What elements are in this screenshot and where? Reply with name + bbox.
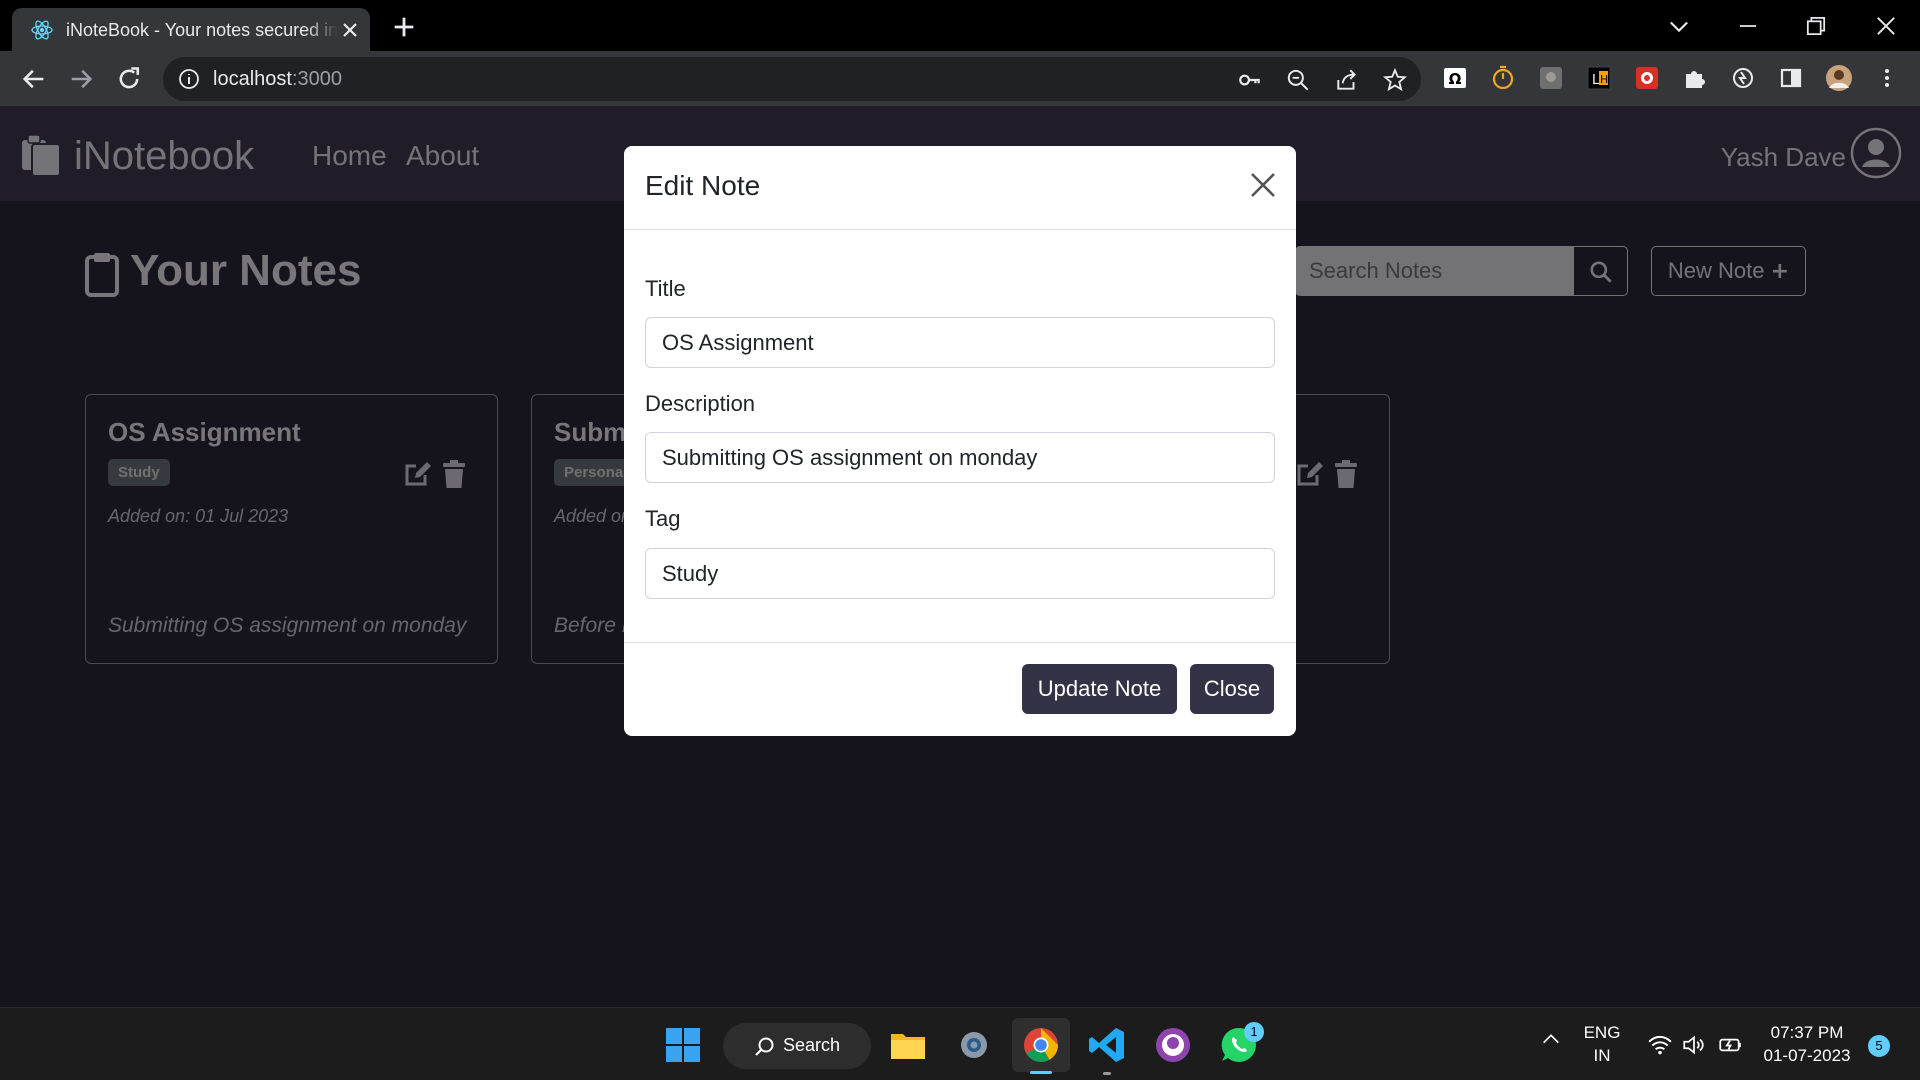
bookmark-star-icon[interactable] [1382,67,1408,93]
extension-red-puzzle-icon[interactable] [1632,63,1662,93]
reload-icon[interactable] [115,65,143,93]
password-key-icon[interactable] [1237,67,1263,93]
language-bottom[interactable]: IN [1578,1046,1626,1066]
close-button[interactable]: Close [1190,664,1274,714]
search-icon [755,1037,774,1056]
url-host: localhost [213,68,292,90]
windows-taskbar: Search 1 ENG IN 07:37 PM 01-07-2023 5 [0,1007,1920,1080]
restore-icon[interactable] [1802,12,1830,40]
windows-start-icon[interactable] [663,1025,703,1065]
volume-icon[interactable] [1681,1032,1707,1058]
side-panel-icon[interactable] [1776,63,1806,93]
close-tab-icon[interactable] [338,18,362,42]
close-window-icon[interactable] [1872,12,1900,40]
url-text: localhost:3000 [213,68,342,91]
extension-omega-icon[interactable]: Ω [1440,63,1470,93]
app-page: iNotebook Home About Yash Dave Your Note… [0,106,1920,1007]
chevron-up-icon[interactable] [1540,1028,1562,1050]
chrome-icon[interactable] [1021,1025,1061,1065]
github-desktop-icon[interactable] [1153,1025,1193,1065]
browser-toolbar: localhost:3000 Ω LH [0,51,1920,106]
tab-title: iNoteBook - Your notes secured in the cl… [66,20,338,40]
tag-input[interactable] [645,548,1275,599]
title-label: Title [645,276,686,301]
edit-note-modal: Edit Note Title Description Tag Update N… [624,146,1296,736]
browser-menu-icon[interactable] [1872,63,1902,93]
clock-time[interactable]: 07:37 PM [1760,1023,1854,1043]
extensions-puzzle-icon[interactable] [1680,63,1710,93]
settings-gear-icon[interactable] [954,1025,994,1065]
extension-refresh-circle-icon[interactable] [1728,63,1758,93]
tab-search-chevron-icon[interactable] [1665,12,1693,40]
profile-avatar-icon[interactable] [1824,63,1854,93]
browser-tab-strip: iNoteBook - Your notes secured in the cl… [0,0,1920,51]
tag-label: Tag [645,506,681,531]
chrome-active-indicator [1030,1071,1052,1074]
extension-gray-icon[interactable] [1536,63,1566,93]
url-port: :3000 [291,68,342,90]
extension-lighthouse-icon[interactable]: LH [1584,63,1614,93]
vscode-running-indicator [1103,1072,1111,1075]
title-input[interactable] [645,317,1275,368]
notification-badge[interactable]: 5 [1868,1035,1890,1057]
react-icon [31,20,53,40]
wifi-icon[interactable] [1647,1032,1673,1058]
forward-arrow-icon[interactable] [67,65,95,93]
site-info-icon[interactable] [177,67,201,91]
zoom-out-icon[interactable] [1285,67,1311,93]
address-bar[interactable]: localhost:3000 [163,57,1421,101]
battery-charging-icon[interactable] [1717,1032,1743,1058]
share-icon[interactable] [1334,67,1360,93]
extension-timer-icon[interactable] [1488,63,1518,93]
close-icon[interactable] [1246,168,1280,202]
language-top[interactable]: ENG [1578,1023,1626,1043]
modal-title: Edit Note [645,170,761,201]
svg-text:L: L [1592,73,1600,88]
description-label: Description [645,391,756,416]
file-explorer-icon[interactable] [888,1025,928,1065]
clock-date[interactable]: 01-07-2023 [1760,1046,1854,1066]
taskbar-search[interactable]: Search [723,1023,871,1069]
new-tab-plus-icon[interactable] [390,13,418,41]
whatsapp-badge: 1 [1244,1022,1264,1042]
svg-text:Ω: Ω [1449,70,1462,88]
browser-tab[interactable]: iNoteBook - Your notes secured in the cl… [12,8,370,51]
minimize-icon[interactable] [1734,12,1762,40]
modal-footer-divider [624,642,1296,643]
back-arrow-icon[interactable] [20,65,48,93]
vscode-icon[interactable] [1087,1025,1127,1065]
update-note-button[interactable]: Update Note [1022,664,1177,714]
svg-text:H: H [1600,73,1608,86]
taskbar-search-label: Search [783,1035,841,1055]
modal-header: Edit Note [624,146,1296,230]
description-input[interactable] [645,432,1275,483]
